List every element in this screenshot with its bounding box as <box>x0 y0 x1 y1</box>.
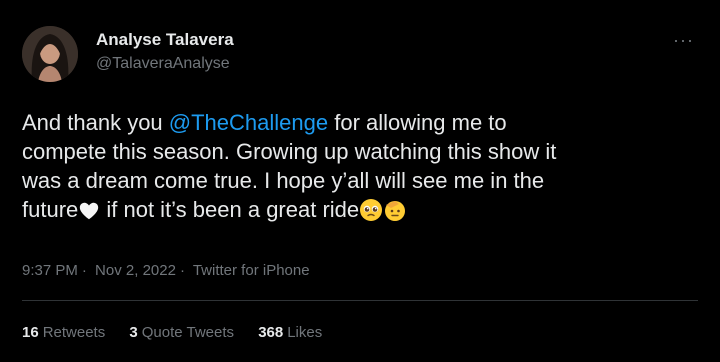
white-heart-icon <box>78 200 100 229</box>
tweet-line-4: future if not it’s been a great ride <box>22 195 702 229</box>
tweet-text: And thank you @TheChallenge for allowing… <box>22 108 702 229</box>
quotes-count: 3 <box>129 324 138 341</box>
retweets-label: Retweets <box>42 324 106 341</box>
more-dots-icon[interactable]: ··· <box>673 30 694 51</box>
likes-stat[interactable]: 368 Likes <box>258 324 322 341</box>
tweet-card: Analyse Talavera @TalaveraAnalyse ··· An… <box>0 0 720 362</box>
quotes-label: Quote Tweets <box>141 324 235 341</box>
tweet-source[interactable]: Twitter for iPhone <box>193 262 310 279</box>
author-block: Analyse Talavera @TalaveraAnalyse <box>96 30 234 73</box>
separator-dot: · <box>81 262 87 279</box>
tweet-line-1: And thank you @TheChallenge for allowing… <box>22 108 702 137</box>
separator-dot: · <box>179 262 185 279</box>
retweets-count: 16 <box>22 324 39 341</box>
avatar[interactable] <box>22 26 78 82</box>
pleading-face-icon <box>359 198 383 229</box>
mention-link[interactable]: @TheChallenge <box>169 110 328 135</box>
tweet-text-segment: And thank you <box>22 110 169 135</box>
tweet-text-segment: if not it’s been a great ride <box>100 197 360 222</box>
tweet-stats: 16 Retweets 3 Quote Tweets 368 Likes <box>22 324 342 341</box>
quote-tweets-stat[interactable]: 3 Quote Tweets <box>129 324 234 341</box>
divider <box>22 300 698 301</box>
avatar-image <box>22 26 78 82</box>
tweet-line-3: was a dream come true. I hope y’all will… <box>22 168 545 193</box>
tweet-line-2: compete this season. Growing up watching… <box>22 139 557 164</box>
retweets-stat[interactable]: 16 Retweets <box>22 324 105 341</box>
tweet-date[interactable]: Nov 2, 2022 <box>95 262 176 279</box>
tweet-text-segment: for allowing me to <box>328 110 507 135</box>
saluting-face-icon <box>383 198 407 229</box>
tweet-time[interactable]: 9:37 PM <box>22 262 78 279</box>
display-name[interactable]: Analyse Talavera <box>96 30 234 50</box>
tweet-text-segment: future <box>22 197 79 222</box>
likes-count: 368 <box>258 324 284 341</box>
tweet-meta: 9:37 PM · Nov 2, 2022 · Twitter for iPhone <box>22 262 314 279</box>
likes-label: Likes <box>287 324 323 341</box>
handle[interactable]: @TalaveraAnalyse <box>96 55 234 73</box>
